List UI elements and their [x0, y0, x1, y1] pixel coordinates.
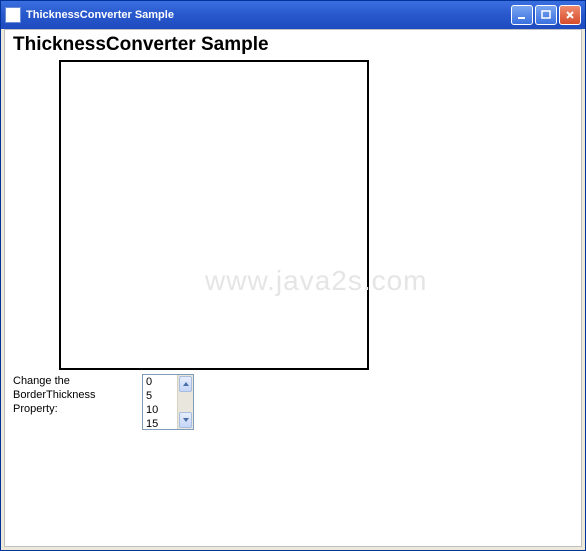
- close-button[interactable]: [559, 5, 581, 25]
- minimize-button[interactable]: [511, 5, 533, 25]
- chevron-down-icon: [182, 417, 190, 423]
- border-sample: [59, 60, 369, 370]
- titlebar[interactable]: ThicknessConverter Sample: [1, 1, 585, 29]
- client-area: ThicknessConverter Sample Change the Bor…: [4, 29, 582, 547]
- list-item[interactable]: 5: [143, 389, 177, 403]
- label-line2: BorderThickness: [13, 388, 118, 402]
- app-icon: [5, 7, 21, 23]
- maximize-button[interactable]: [535, 5, 557, 25]
- scrollbar[interactable]: [177, 375, 193, 429]
- scroll-track[interactable]: [178, 393, 193, 411]
- thickness-listbox[interactable]: 0 5 10 15: [142, 374, 194, 430]
- sample-wrap: [13, 60, 573, 370]
- chevron-up-icon: [182, 381, 190, 387]
- list-item[interactable]: 10: [143, 403, 177, 417]
- list-item[interactable]: 0: [143, 375, 177, 389]
- label-line3: Property:: [13, 402, 118, 416]
- window-buttons: [511, 5, 581, 25]
- scroll-up-button[interactable]: [179, 376, 192, 392]
- thickness-label: Change the BorderThickness Property:: [13, 374, 118, 416]
- minimize-icon: [517, 10, 527, 20]
- controls-row: Change the BorderThickness Property: 0 5…: [13, 374, 573, 430]
- maximize-icon: [541, 10, 551, 20]
- listbox-items: 0 5 10 15: [143, 375, 177, 429]
- scroll-down-button[interactable]: [179, 412, 192, 428]
- close-icon: [565, 10, 575, 20]
- window-title: ThicknessConverter Sample: [26, 9, 511, 21]
- label-line1: Change the: [13, 374, 118, 388]
- page-title: ThicknessConverter Sample: [13, 34, 573, 56]
- window-frame: ThicknessConverter Sample ThicknessConve…: [0, 0, 586, 551]
- list-item[interactable]: 15: [143, 417, 177, 429]
